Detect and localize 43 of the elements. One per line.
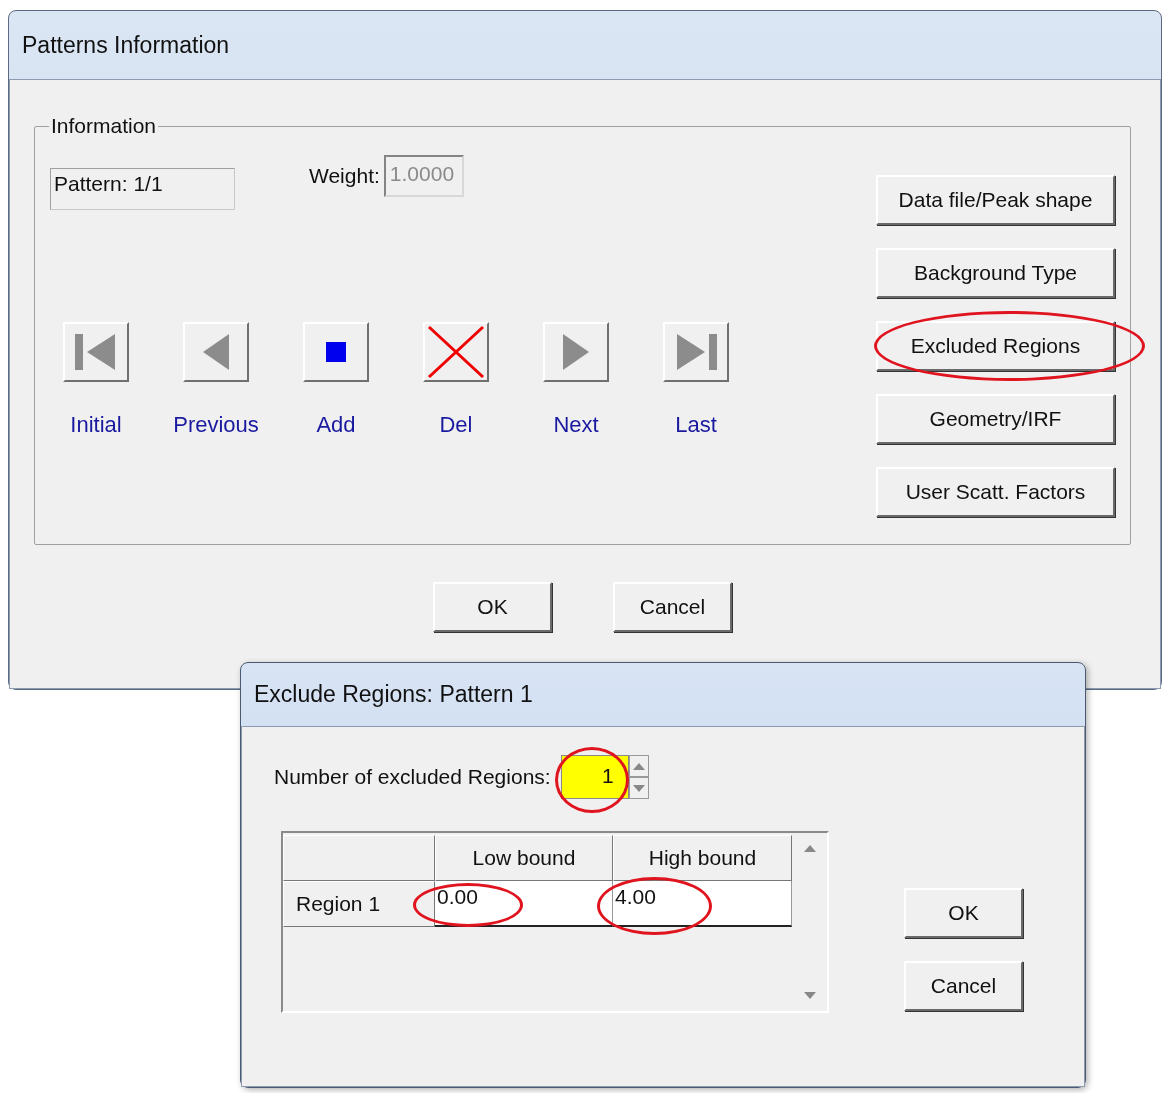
spin-down-button[interactable]	[628, 777, 649, 799]
nav-button[interactable]	[543, 322, 609, 382]
arrow-up-icon	[632, 762, 645, 770]
nav-label[interactable]: Previous	[173, 412, 259, 438]
row-header: Region 1	[283, 881, 435, 927]
nav-label[interactable]: Del	[439, 412, 473, 438]
dialog-button[interactable]: Cancel	[904, 961, 1023, 1011]
nav-button[interactable]	[183, 322, 249, 382]
table-cell[interactable]: 0.00	[435, 881, 613, 927]
count-field[interactable]: 1	[560, 755, 629, 799]
dialog-button[interactable]: OK	[904, 888, 1023, 938]
pattern-label: Pattern: 1/1	[50, 168, 235, 210]
triangle-right-icon	[561, 332, 591, 372]
cross-icon	[427, 325, 485, 379]
nav-label[interactable]: Initial	[70, 412, 122, 438]
window-title: Patterns Information	[22, 31, 230, 59]
nav-button[interactable]	[663, 322, 729, 382]
column-header: High bound	[613, 835, 792, 881]
nav-label[interactable]: Last	[675, 412, 717, 438]
side-button[interactable]: User Scatt. Factors	[876, 467, 1115, 517]
column-header: Low bound	[435, 835, 613, 881]
spin-up-button[interactable]	[628, 755, 649, 777]
dialog-button[interactable]: OK	[433, 582, 552, 632]
side-button[interactable]: Geometry/IRF	[876, 394, 1115, 444]
side-button[interactable]: Data file/Peak shape	[876, 175, 1115, 225]
side-button[interactable]: Background Type	[876, 248, 1115, 298]
count-label: Number of excluded Regions:	[274, 765, 551, 789]
side-button[interactable]: Excluded Regions	[876, 321, 1115, 371]
arrow-down-icon	[803, 992, 816, 999]
table-cell[interactable]: 4.00	[613, 881, 792, 927]
dialog-button[interactable]: Cancel	[613, 582, 732, 632]
nav-button[interactable]	[423, 322, 489, 382]
weight-label: Weight:	[309, 164, 380, 188]
triangle-left-icon	[201, 332, 231, 372]
nav-label[interactable]: Add	[316, 412, 356, 438]
arrow-down-icon	[632, 784, 645, 792]
square-icon	[326, 342, 346, 362]
group-title: Information	[50, 114, 158, 138]
nav-button[interactable]	[303, 322, 369, 382]
window-title: Exclude Regions: Pattern 1	[254, 681, 533, 708]
nav-button[interactable]	[63, 322, 129, 382]
arrow-up-icon	[803, 845, 816, 852]
nav-label[interactable]: Next	[553, 412, 599, 438]
